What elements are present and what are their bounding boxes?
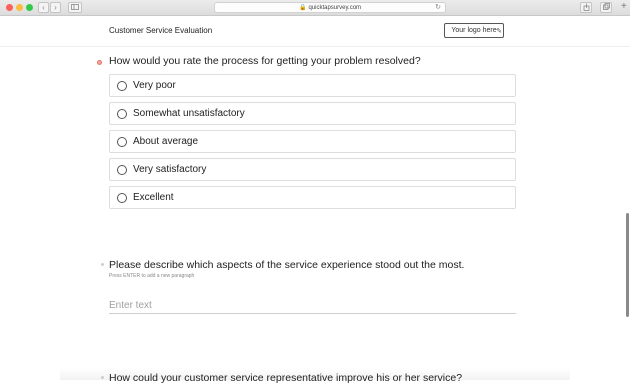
option-label: About average — [133, 136, 199, 147]
new-tab-icon[interactable]: + — [621, 1, 627, 12]
scrollbar-thumb[interactable] — [626, 213, 629, 317]
option-very-poor[interactable]: Very poor — [109, 74, 516, 97]
radio-button[interactable] — [117, 109, 127, 119]
tabs-icon — [602, 3, 610, 10]
answer-text-input[interactable] — [109, 297, 516, 314]
pencil-icon: ✎ — [496, 28, 502, 35]
minimize-window-button[interactable] — [16, 4, 23, 11]
reload-icon[interactable]: ↻ — [435, 3, 441, 13]
option-somewhat-unsatisfactory[interactable]: Somewhat unsatisfactory — [109, 102, 516, 125]
option-very-satisfactory[interactable]: Very satisfactory — [109, 158, 516, 181]
radio-button[interactable] — [117, 193, 127, 203]
chevron-left-icon: ‹ — [42, 3, 45, 12]
question-1-text: How would you rate the process for getti… — [109, 55, 421, 67]
survey-title: Customer Service Evaluation — [109, 26, 213, 35]
question-marker — [101, 376, 104, 379]
input-hint: Press ENTER to add a new paragraph — [109, 273, 195, 279]
logo-placeholder-button[interactable]: Your logo here ✎ — [444, 23, 504, 38]
option-excellent[interactable]: Excellent — [109, 186, 516, 209]
radio-button[interactable] — [117, 137, 127, 147]
sidebar-icon — [71, 4, 79, 10]
required-indicator — [97, 60, 102, 65]
radio-button[interactable] — [117, 165, 127, 175]
chevron-right-icon: › — [54, 3, 57, 12]
sidebar-toggle-button[interactable] — [68, 2, 82, 13]
url-text: quicktapsurvey.com — [308, 5, 362, 11]
tabs-overview-button[interactable] — [600, 2, 612, 13]
forward-button[interactable]: › — [50, 2, 61, 13]
option-label: Very poor — [133, 80, 176, 91]
question-marker — [101, 263, 104, 266]
option-label: Somewhat unsatisfactory — [133, 108, 245, 119]
browser-toolbar: ‹ › 🔒 quicktapsurvey.com ↻ + — [0, 0, 630, 16]
question-2-text: Please describe which aspects of the ser… — [109, 259, 465, 271]
option-label: Excellent — [133, 192, 174, 203]
address-bar[interactable]: 🔒 quicktapsurvey.com ↻ — [214, 2, 446, 13]
share-button[interactable] — [580, 2, 592, 13]
close-window-button[interactable] — [6, 4, 13, 11]
logo-placeholder-label: Your logo here — [451, 27, 497, 34]
back-button[interactable]: ‹ — [38, 2, 49, 13]
header-divider — [0, 46, 630, 47]
lock-icon: 🔒 — [298, 5, 307, 11]
share-icon — [583, 3, 589, 11]
radio-button[interactable] — [117, 81, 127, 91]
option-label: Very satisfactory — [133, 164, 207, 175]
option-about-average[interactable]: About average — [109, 130, 516, 153]
question-3-text: How could your customer service represen… — [109, 372, 463, 384]
zoom-window-button[interactable] — [26, 4, 33, 11]
